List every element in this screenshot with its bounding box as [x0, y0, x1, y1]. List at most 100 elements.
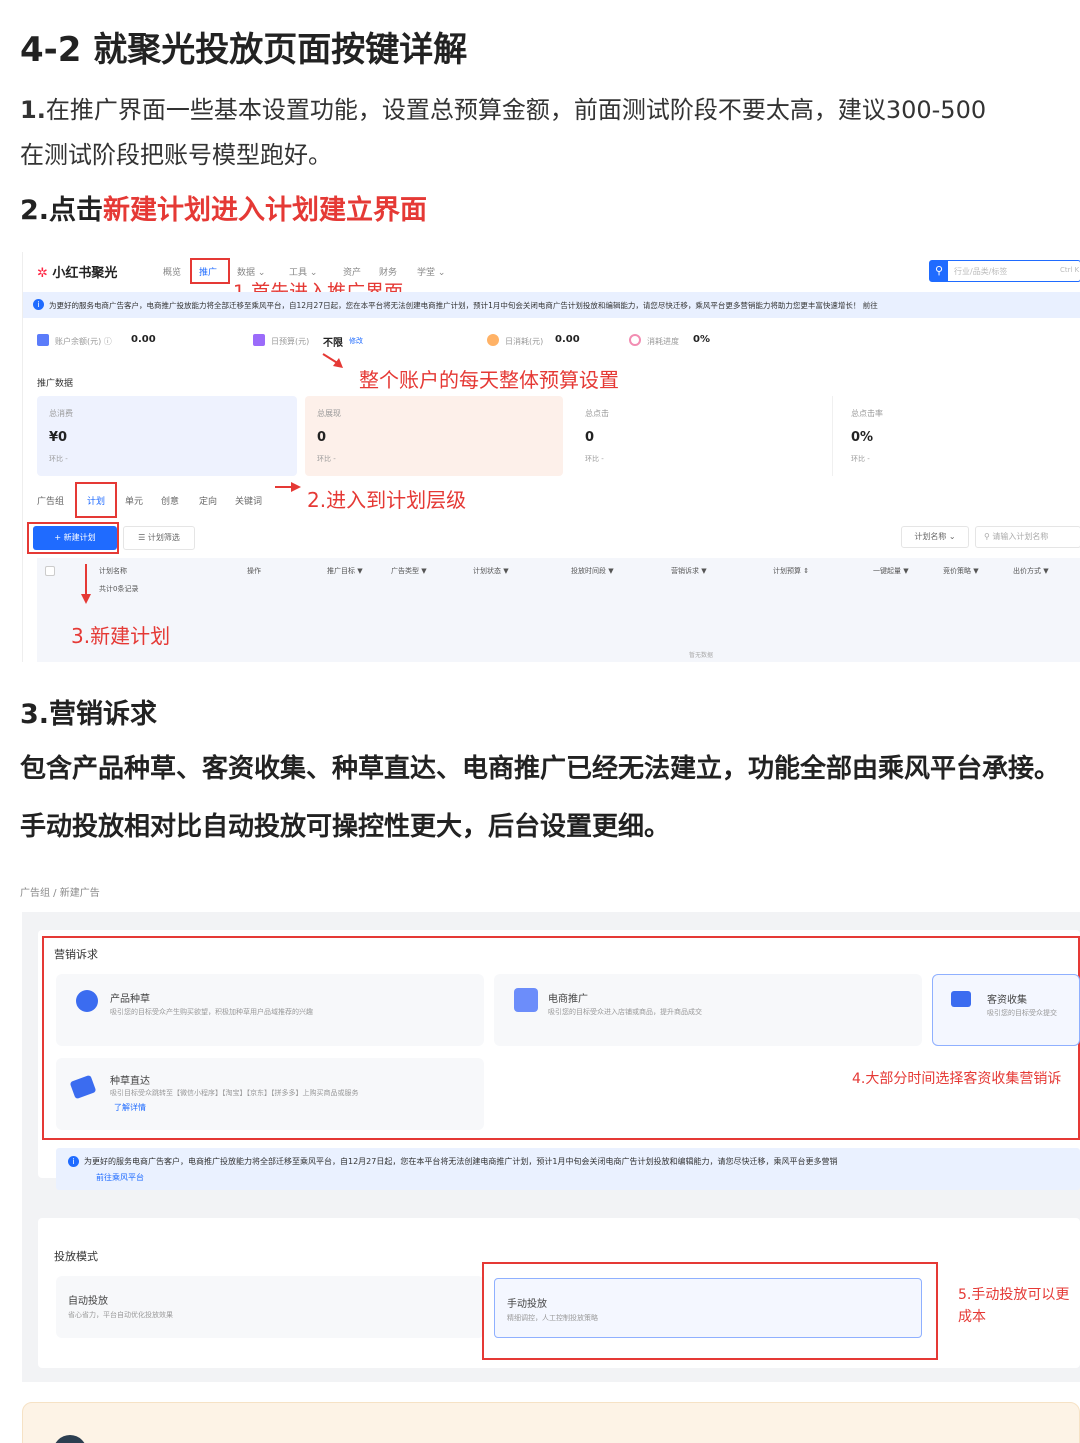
budget-icon: [253, 334, 265, 346]
section-3-red-text: 包含产品种草、客资收集、种草直达、电商推广已经无法建立，功能全部由乘风平台承接。: [20, 754, 1061, 784]
option-product-seeding[interactable]: 产品种草 吸引您的目标受众产生购买欲望，积极加种草用户品域推荐的兴趣: [56, 974, 484, 1046]
col-bid-strategy[interactable]: 竞价策略 ▼: [943, 566, 979, 576]
card-label: 总点击: [585, 409, 609, 418]
col-ad-type[interactable]: 广告类型 ▼: [391, 566, 427, 576]
tab-ad-group[interactable]: 广告组: [37, 494, 64, 507]
search-placeholder: 行业/品类/标签: [954, 267, 1008, 276]
nav-overview[interactable]: 概览: [163, 265, 181, 278]
card-total-impressions[interactable]: 总展现 0 环比 -: [305, 396, 563, 476]
annotation-3: 2.进入到计划层级: [307, 488, 467, 512]
col-marketing[interactable]: 营销诉求 ▼: [671, 566, 707, 576]
card-label: 总展现: [317, 409, 341, 418]
mode-auto[interactable]: 自动投放 省心省力，平台自动优化投放效果: [56, 1276, 484, 1338]
cart-icon: [514, 988, 538, 1012]
stat-budget-edit-link[interactable]: 修改: [349, 336, 363, 346]
col-time[interactable]: 投放时间段 ▼: [571, 566, 614, 576]
card-value: 0%: [851, 430, 874, 445]
record-count: 共计0条记录: [99, 585, 139, 593]
wallet-icon: [37, 334, 49, 346]
info-icon: i: [68, 1156, 79, 1167]
notice-link[interactable]: 前往乘风平台: [96, 1172, 144, 1183]
stat-progress-label: 消耗进度: [647, 337, 679, 346]
annotation-arrow-plan: [275, 482, 301, 492]
tab-plan-highlight: [75, 482, 117, 518]
progress-icon: [629, 334, 641, 346]
logo: ✲ 小红书聚光: [37, 266, 118, 281]
annotation-4: 3.新建计划: [71, 624, 171, 648]
option-desc: 吸引您的目标受众产生购买欲望，积极加种草用户品域推荐的兴趣: [110, 1008, 313, 1016]
annotation-arrow-budget: [322, 353, 343, 368]
card-sub: 环比 -: [585, 455, 604, 463]
nav-school[interactable]: 学堂 ⌄: [417, 265, 445, 278]
col-boost[interactable]: 一键起量 ▼: [873, 566, 909, 576]
select-all-checkbox[interactable]: [45, 566, 55, 576]
card-sub: 环比 -: [317, 455, 336, 463]
col-actions: 操作: [247, 567, 261, 575]
stat-budget-label: 日预算(元): [271, 337, 310, 346]
seeding-icon: [76, 990, 98, 1012]
option-desc: 吸引您的目标受众进入店铺或商品，提升商品成交: [548, 1008, 702, 1016]
section-3-heading: 3.营销诉求: [20, 699, 158, 730]
direct-icon: [69, 1074, 97, 1100]
empty-state: 暂无数据: [689, 652, 714, 659]
tab-targeting[interactable]: 定向: [199, 494, 217, 507]
option-title: 客资收集: [987, 995, 1027, 1006]
plan-search-input[interactable]: ⚲ 请输入计划名称: [975, 526, 1080, 548]
tab-unit[interactable]: 单元: [125, 494, 143, 507]
tip-block: [22, 1402, 1080, 1443]
article-title: 4-2 就聚光投放页面按键详解: [20, 30, 468, 70]
lead-icon: [951, 991, 971, 1007]
card-value: 0: [317, 430, 327, 445]
option-lead-collection[interactable]: 客资收集 吸引您的目标受众提交: [932, 974, 1080, 1046]
col-plan-name: 计划名称: [99, 567, 127, 575]
col-goal[interactable]: 推广目标 ▼: [327, 566, 363, 576]
annotation-6: 5.手动投放可以更 成本: [958, 1284, 1069, 1328]
mode-title: 投放模式: [54, 1250, 98, 1263]
col-bid-method[interactable]: 出价方式 ▼: [1013, 566, 1049, 576]
plan-filter-button[interactable]: ☰ 计划筛选: [123, 526, 195, 550]
tab-keywords[interactable]: 关键词: [235, 494, 262, 507]
annotation-6-line-1: 5.手动投放可以更: [958, 1287, 1070, 1303]
tab-creative[interactable]: 创意: [161, 494, 179, 507]
col-status[interactable]: 计划状态 ▼: [473, 566, 509, 576]
card-value: ¥0: [49, 430, 68, 445]
stat-progress-value: 0%: [693, 334, 710, 345]
card-total-clicks[interactable]: 总点击 0 环比 -: [573, 396, 833, 476]
spend-icon: [487, 334, 499, 346]
marketing-title: 营销诉求: [54, 948, 98, 961]
notice-text: 为更好的服务电商广告客户，电商推广投放能力将全部迁移至乘风平台，自12月27日起…: [84, 1157, 838, 1166]
option-desc: 吸引目标受众跳转至【微信小程序】【淘宝】【京东】【拼多多】上购买商品或服务: [110, 1089, 359, 1097]
card-sub: 环比 -: [49, 455, 68, 463]
section-promo-data: 推广数据: [37, 379, 74, 389]
card-value: 0: [585, 430, 595, 445]
card-total-spend[interactable]: 总消费 ¥0 环比 -: [37, 396, 297, 476]
annotation-5: 4.大部分时间选择客资收集营销诉: [852, 1071, 1062, 1087]
search-box[interactable]: ⚲ 行业/品类/标签 Ctrl K: [929, 260, 1080, 282]
card-ctr[interactable]: 总点击率 0% 环比 -: [839, 396, 1080, 476]
option-direct-seeding[interactable]: 种草直达 吸引目标受众跳转至【微信小程序】【淘宝】【京东】【拼多多】上购买商品或…: [56, 1058, 484, 1130]
plan-table: 计划名称 操作 推广目标 ▼ 广告类型 ▼ 计划状态 ▼ 投放时间段 ▼ 营销诉…: [37, 558, 1080, 662]
section-2-prefix: 2.点击: [20, 195, 104, 226]
notice-bar: i 为更好的服务电商广告客户，电商推广投放能力将全部迁移至乘风平台，自12月27…: [23, 292, 1080, 318]
plan-name-select[interactable]: 计划名称 ⌄: [901, 526, 969, 548]
screenshot-promotion-page: ✲ 小红书聚光 概览 推广 数据 ⌄ 工具 ⌄ 资产 财务 学堂 ⌄ 1.首先进…: [22, 252, 1080, 662]
nav-promotion-highlight: [190, 258, 230, 284]
option-title: 种草直达: [110, 1076, 150, 1087]
manual-mode-highlight: [482, 1262, 938, 1360]
learn-more-link[interactable]: 了解详情: [114, 1102, 146, 1113]
mode-option-desc: 省心省力，平台自动优化投放效果: [68, 1311, 173, 1319]
section-2-heading: 2.点击新建计划进入计划建立界面: [20, 188, 427, 227]
breadcrumb[interactable]: 广告组 / 新建广告: [20, 884, 100, 899]
notice-box: i 为更好的服务电商广告客户，电商推广投放能力将全部迁移至乘风平台，自12月27…: [56, 1148, 1080, 1190]
stat-spend-label: 日消耗(元): [505, 337, 544, 346]
option-ecommerce[interactable]: 电商推广 吸引您的目标受众进入店铺或商品，提升商品成交: [494, 974, 922, 1046]
card-label: 总消费: [49, 409, 73, 418]
paragraph-1-number: 1.: [20, 96, 46, 124]
paragraph-1-line-2: 在测试阶段把账号模型跑好。: [20, 141, 332, 169]
stat-balance-value: 0.00: [131, 334, 156, 345]
annotation-2: 整个账户的每天整体预算设置: [359, 368, 619, 392]
annotation-6-line-2: 成本: [958, 1309, 986, 1325]
col-budget[interactable]: 计划预算 ⇕: [773, 566, 809, 576]
section-3-blue-text: 手动投放相对比自动投放可操控性更大，后台设置更细。: [20, 812, 671, 842]
option-title: 电商推广: [548, 994, 588, 1005]
